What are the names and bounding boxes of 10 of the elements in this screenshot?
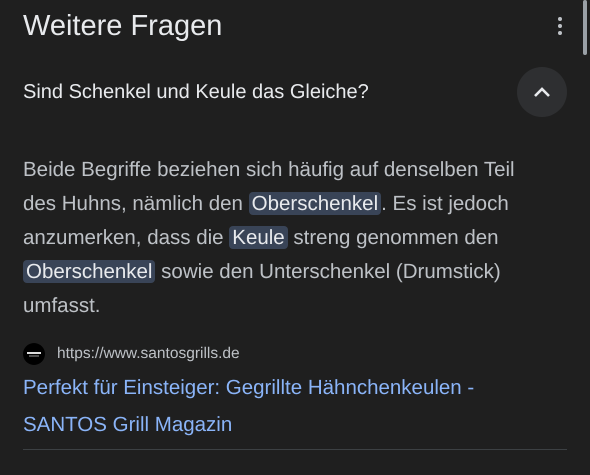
scrollbar-thumb[interactable] <box>583 0 587 55</box>
more-options-icon <box>558 17 562 35</box>
collapse-button[interactable] <box>517 67 567 117</box>
result-link[interactable]: Perfekt für Einsteiger: Gegrillte Hähnchenkeulen - SANTOS Grill Magazin <box>23 369 543 443</box>
answer-text: Beide Begriffe beziehen sich häufig auf denselben Teil des Huhns, nämlich den Oberschenkel. Es ist jedoch anzumerken, dass die Keule streng genommen den Oberschenkel sowie den Unterschenkel (Drumstick) umfasst. <box>23 157 516 319</box>
source-url: https://www.santosgrills.de <box>57 345 240 363</box>
chevron-icon <box>533 86 551 98</box>
section-title: Weitere Fragen <box>23 10 222 42</box>
site-logo-icon <box>23 343 45 365</box>
question-text[interactable]: Sind Schenkel und Keule das Gleiche? <box>23 80 369 104</box>
